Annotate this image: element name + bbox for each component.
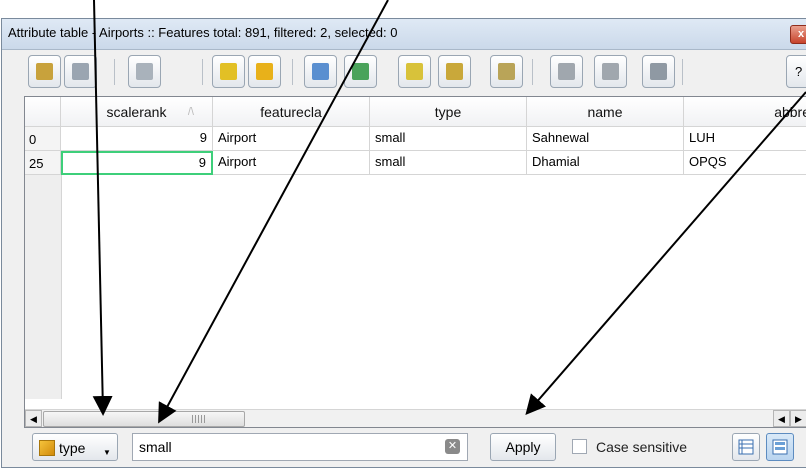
- column-header-label: name: [587, 104, 623, 120]
- deselect-icon: [256, 63, 273, 80]
- table-view-button[interactable]: [732, 433, 760, 461]
- column-header-label: featurecla: [260, 104, 322, 120]
- table-cell[interactable]: OPQS: [684, 151, 806, 175]
- zoom-icon: [446, 63, 463, 80]
- column-header-label: scalerank: [106, 104, 167, 120]
- field-calculator-button[interactable]: [642, 55, 675, 88]
- unselect-all-button[interactable]: [248, 55, 281, 88]
- column-header-abbrev[interactable]: abbrev: [684, 97, 806, 127]
- attribute-table[interactable]: scalerank /\ featurecla type name abbrev…: [24, 96, 806, 428]
- column-header-label: abbrev: [774, 104, 806, 120]
- copy-selected-button[interactable]: [490, 55, 523, 88]
- table-cell[interactable]: small: [370, 127, 527, 151]
- toolbar: ?: [2, 51, 806, 95]
- new-column-icon: [602, 63, 619, 80]
- clear-icon[interactable]: ✕: [445, 439, 460, 454]
- delete-features-icon: [136, 63, 153, 80]
- toolbar-separator: [114, 59, 115, 85]
- zoom-to-selected-button[interactable]: [438, 55, 471, 88]
- move-top-icon: [312, 63, 329, 80]
- table-cell[interactable]: Sahnewal: [527, 127, 684, 151]
- horizontal-scrollbar[interactable]: ◀ ◀ ▶: [25, 409, 806, 427]
- filter-field-button[interactable]: type ▼: [32, 433, 118, 461]
- field-icon: [39, 440, 55, 456]
- title-bar: Attribute table - Airports :: Features t…: [2, 19, 806, 50]
- scroll-right-icon[interactable]: ▶: [790, 410, 806, 427]
- delete-column-icon: [558, 63, 575, 80]
- expression-select-icon: [220, 63, 237, 80]
- table-cell-focused[interactable]: 9: [61, 151, 213, 175]
- help-button[interactable]: ?: [786, 55, 806, 88]
- row-header-strip: [25, 175, 62, 399]
- invert-selection-icon: [352, 63, 369, 80]
- toolbar-separator: [682, 59, 683, 85]
- filter-bar: type ▼ ✕ Apply Case sensitive: [2, 429, 806, 465]
- apply-button[interactable]: Apply: [490, 433, 556, 461]
- column-header-label: type: [434, 104, 462, 120]
- table-cell[interactable]: 9: [61, 127, 213, 151]
- toolbar-separator: [202, 59, 203, 85]
- table-cell[interactable]: Dhamial: [527, 151, 684, 175]
- pan-icon: [406, 63, 423, 80]
- scroll-left-icon[interactable]: ◀: [25, 410, 42, 427]
- table-cell[interactable]: LUH: [684, 127, 806, 151]
- pencil-icon: [36, 63, 53, 80]
- row-header[interactable]: 0: [25, 127, 61, 151]
- delete-selected-button[interactable]: [128, 55, 161, 88]
- column-header-name[interactable]: name: [527, 97, 684, 127]
- filter-field-label: type: [59, 440, 86, 456]
- attribute-table-window: Attribute table - Airports :: Features t…: [1, 18, 806, 468]
- invert-selection-button[interactable]: [344, 55, 377, 88]
- pan-to-selected-button[interactable]: [398, 55, 431, 88]
- column-header-featurecla[interactable]: featurecla: [213, 97, 370, 127]
- close-button[interactable]: x: [790, 25, 806, 44]
- table-cell[interactable]: Airport: [213, 127, 370, 151]
- save-edits-button[interactable]: [64, 55, 97, 88]
- delete-column-button[interactable]: [550, 55, 583, 88]
- form-view-button[interactable]: [766, 433, 794, 461]
- table-view-icon: [738, 439, 754, 455]
- filter-input[interactable]: [132, 433, 468, 461]
- corner-header[interactable]: [25, 97, 61, 127]
- sort-indicator-icon: /\: [187, 106, 194, 118]
- calculator-icon: [650, 63, 667, 80]
- table-cell[interactable]: Airport: [213, 151, 370, 175]
- toggle-editing-button[interactable]: [28, 55, 61, 88]
- select-by-expression-button[interactable]: [212, 55, 245, 88]
- save-icon: [72, 63, 89, 80]
- chevron-down-icon: ▼: [103, 448, 111, 457]
- scrollbar-thumb[interactable]: [43, 411, 245, 427]
- new-column-button[interactable]: [594, 55, 627, 88]
- copy-icon: [498, 63, 515, 80]
- column-header-type[interactable]: type: [370, 97, 527, 127]
- column-header-scalerank[interactable]: scalerank /\: [61, 97, 213, 127]
- window-title: Attribute table - Airports :: Features t…: [8, 25, 398, 40]
- move-selection-to-top-button[interactable]: [304, 55, 337, 88]
- grip-icon: [192, 415, 206, 423]
- case-sensitive-label: Case sensitive: [596, 439, 688, 455]
- table-cell[interactable]: small: [370, 151, 527, 175]
- scroll-left-icon[interactable]: ◀: [773, 410, 790, 427]
- case-sensitive-checkbox[interactable]: [572, 439, 587, 454]
- toolbar-separator: [292, 59, 293, 85]
- row-header[interactable]: 25: [25, 151, 61, 175]
- form-view-icon: [772, 439, 788, 455]
- toolbar-separator: [532, 59, 533, 85]
